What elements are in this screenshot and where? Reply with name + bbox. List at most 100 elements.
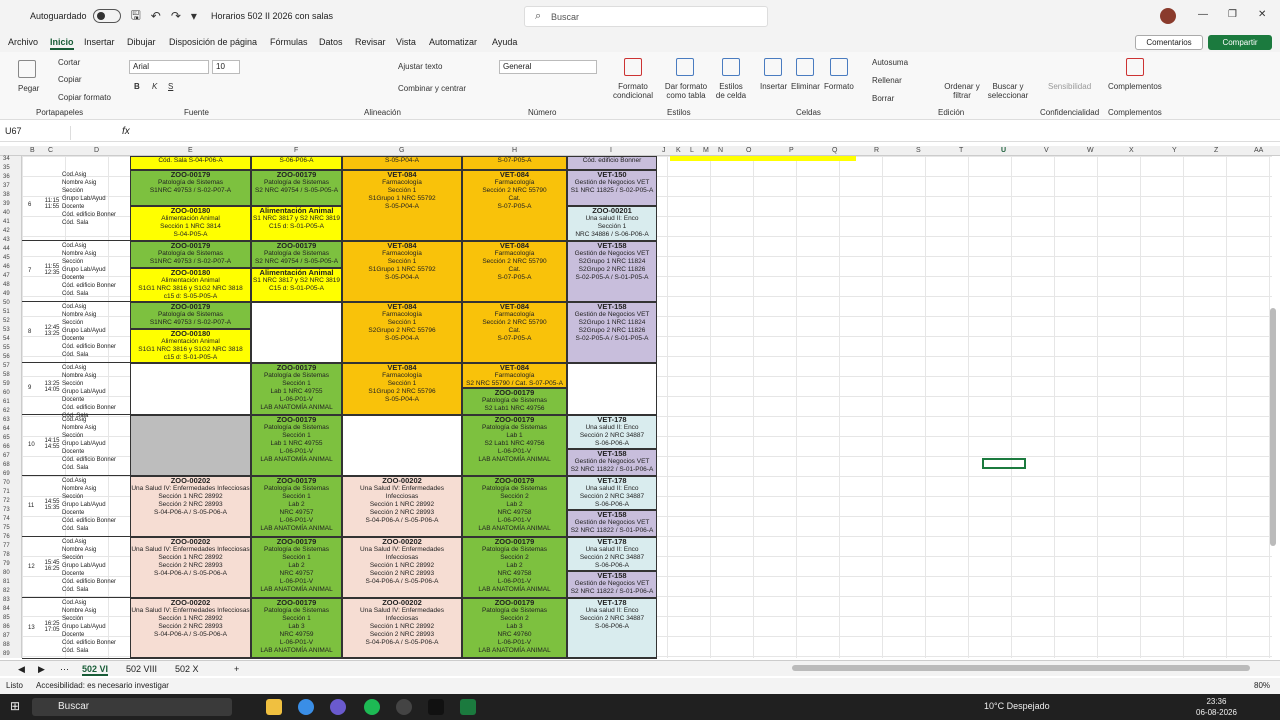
chrome-icon[interactable] bbox=[298, 699, 314, 715]
conditional-format-label[interactable]: Formato condicional bbox=[610, 82, 656, 100]
col-header[interactable]: S bbox=[916, 147, 921, 154]
minimize-icon[interactable]: — bbox=[1198, 9, 1208, 20]
row-header[interactable]: 85 bbox=[3, 615, 10, 621]
col-header[interactable]: G bbox=[399, 147, 404, 154]
row-header[interactable]: 40 bbox=[3, 210, 10, 216]
redo-icon[interactable]: ↷ bbox=[171, 9, 181, 23]
menu-ayuda[interactable]: Ayuda bbox=[492, 37, 517, 47]
row-header[interactable]: 75 bbox=[3, 525, 10, 531]
schedule-cell[interactable]: ZOO-00179 Patología de Sistemas Sección 1L… bbox=[251, 415, 342, 476]
cell-h-top[interactable]: S-07-P05-A bbox=[462, 156, 567, 170]
format-table-icon[interactable] bbox=[676, 58, 694, 76]
schedule-cell[interactable]: ZOO-00179 Patología de Sistemas Lab 1 S2 La… bbox=[462, 415, 567, 476]
more-sheets-icon[interactable]: ⋯ bbox=[60, 664, 69, 675]
copy-button[interactable]: Copiar bbox=[58, 75, 82, 84]
row-header[interactable]: 69 bbox=[3, 471, 10, 477]
row-header[interactable]: 60 bbox=[3, 390, 10, 396]
menu-datos[interactable]: Datos bbox=[319, 37, 343, 47]
col-header[interactable]: J bbox=[662, 147, 666, 154]
schedule-cell[interactable]: VET-084 Farmacología Sección 2 NRC 55790 Ca… bbox=[462, 302, 567, 363]
schedule-cell[interactable]: VET-158 Gestión de Negocios VET S2Grupo 1 … bbox=[567, 302, 657, 363]
fill-button[interactable]: Rellenar bbox=[872, 76, 902, 85]
schedule-cell[interactable]: ZOO-00179 Patología de Sistemas S2 NRC 497… bbox=[251, 170, 342, 206]
format-painter-button[interactable]: Copiar formato bbox=[58, 93, 111, 102]
font-size-select[interactable]: 10 bbox=[212, 60, 240, 74]
terminal-icon[interactable] bbox=[428, 699, 444, 715]
row-header[interactable]: 61 bbox=[3, 399, 10, 405]
clear-button[interactable]: Borrar bbox=[872, 94, 894, 103]
schedule-cell[interactable] bbox=[251, 302, 342, 363]
app-icon-2[interactable] bbox=[396, 699, 412, 715]
row-header[interactable]: 89 bbox=[3, 651, 10, 657]
row-header[interactable]: 46 bbox=[3, 264, 10, 270]
number-format-select[interactable]: General bbox=[499, 60, 597, 74]
schedule-cell[interactable]: ZOO-00179 Patología de Sistemas S1NRC 4975… bbox=[130, 302, 251, 329]
insert-cells-icon[interactable] bbox=[764, 58, 782, 76]
row-header[interactable]: 45 bbox=[3, 255, 10, 261]
cell-i-top[interactable]: Cód. edificio Bonner bbox=[567, 156, 657, 170]
accessibility-status[interactable]: Accesibilidad: es necesario investigar bbox=[36, 681, 169, 690]
col-header[interactable]: Z bbox=[1214, 147, 1218, 154]
col-header[interactable]: F bbox=[294, 147, 298, 154]
wrap-text-button[interactable]: Ajustar texto bbox=[398, 62, 442, 71]
customize-qat-icon[interactable]: ▾ bbox=[191, 9, 197, 23]
schedule-cell[interactable]: ZOO-00180 Alimentación Animal S1G1 NRC 381… bbox=[130, 268, 251, 302]
row-header[interactable]: 84 bbox=[3, 606, 10, 612]
excel-icon[interactable] bbox=[460, 699, 476, 715]
row-header[interactable]: 70 bbox=[3, 480, 10, 486]
schedule-cell[interactable] bbox=[130, 415, 251, 476]
horizontal-scrollbar[interactable] bbox=[792, 665, 1250, 671]
col-header[interactable]: P bbox=[789, 147, 794, 154]
format-table-label[interactable]: Dar formato como tabla bbox=[662, 82, 710, 100]
schedule-cell[interactable]: VET-084 Farmacología Sección 1 S1Grupo 1 NR… bbox=[342, 241, 462, 302]
taskbar-search[interactable]: Buscar bbox=[32, 698, 232, 716]
tab-502-x[interactable]: 502 X bbox=[175, 664, 199, 674]
col-header[interactable]: C bbox=[48, 147, 53, 154]
tab-502-vi[interactable]: 502 VI bbox=[82, 664, 109, 676]
vertical-scrollbar[interactable] bbox=[1270, 308, 1276, 546]
row-header[interactable]: 87 bbox=[3, 633, 10, 639]
col-header[interactable]: U bbox=[1001, 147, 1006, 154]
row-header[interactable]: 54 bbox=[3, 336, 10, 342]
underline-button[interactable]: S bbox=[168, 82, 173, 91]
row-header[interactable]: 79 bbox=[3, 561, 10, 567]
app-icon[interactable] bbox=[330, 699, 346, 715]
row-header[interactable]: 86 bbox=[3, 624, 10, 630]
row-header[interactable]: 80 bbox=[3, 570, 10, 576]
schedule-cell[interactable]: Alimentación Animal S1 NRC 3817 y S2 NRC … bbox=[251, 206, 342, 241]
row-header[interactable]: 58 bbox=[3, 372, 10, 378]
save-icon[interactable]: 🖫 bbox=[131, 6, 141, 27]
schedule-cell[interactable]: VET-084 Farmacología Sección 2 NRC 55790 Ca… bbox=[462, 241, 567, 302]
col-header[interactable]: R bbox=[874, 147, 879, 154]
font-name-select[interactable]: Arial bbox=[129, 60, 209, 74]
row-header[interactable]: 77 bbox=[3, 543, 10, 549]
row-header[interactable]: 52 bbox=[3, 318, 10, 324]
row-header[interactable]: 34 bbox=[3, 156, 10, 162]
cell-e-top[interactable]: Cód. Sala S-04-P06-A bbox=[130, 156, 251, 170]
row-header[interactable]: 37 bbox=[3, 183, 10, 189]
add-sheet-icon[interactable]: + bbox=[234, 664, 239, 674]
schedule-cell[interactable]: ZOO-00202 Una Salud IV: Enfermedades Infe… bbox=[130, 598, 251, 658]
selected-cell[interactable] bbox=[982, 458, 1026, 469]
row-header[interactable]: 59 bbox=[3, 381, 10, 387]
schedule-cell[interactable]: ZOO-00202 Una Salud IV: Enfermedades Infe… bbox=[130, 476, 251, 537]
row-header[interactable]: 73 bbox=[3, 507, 10, 513]
menu-insertar[interactable]: Insertar bbox=[84, 37, 115, 47]
schedule-cell[interactable]: VET-178 Una salud II: Enco Sección 2 NRC 3… bbox=[567, 598, 657, 658]
col-header[interactable]: H bbox=[512, 147, 517, 154]
schedule-cell[interactable]: ZOO-00179 Patología de Sistemas S1NRC 4975… bbox=[130, 170, 251, 206]
col-header[interactable]: L bbox=[690, 147, 694, 154]
find-select-button[interactable]: Buscar y seleccionar bbox=[986, 82, 1030, 100]
schedule-cell[interactable]: VET-158 Gestión de Negocios VET S2 NRC 118… bbox=[567, 571, 657, 598]
row-header[interactable]: 62 bbox=[3, 408, 10, 414]
row-header[interactable]: 64 bbox=[3, 426, 10, 432]
schedule-cell[interactable]: VET-084 Farmacología Sección 1 S1Grupo 2 NR… bbox=[342, 363, 462, 415]
schedule-cell[interactable] bbox=[130, 363, 251, 415]
function-icon[interactable]: fx bbox=[122, 126, 130, 137]
cell-styles-label[interactable]: Estilos de celda bbox=[714, 82, 748, 100]
row-header[interactable]: 67 bbox=[3, 453, 10, 459]
cell-g-top[interactable]: S-05-P04-A bbox=[342, 156, 462, 170]
cut-button[interactable]: Cortar bbox=[58, 58, 80, 67]
menu-formulas[interactable]: Fórmulas bbox=[270, 37, 308, 47]
row-header[interactable]: 35 bbox=[3, 165, 10, 171]
